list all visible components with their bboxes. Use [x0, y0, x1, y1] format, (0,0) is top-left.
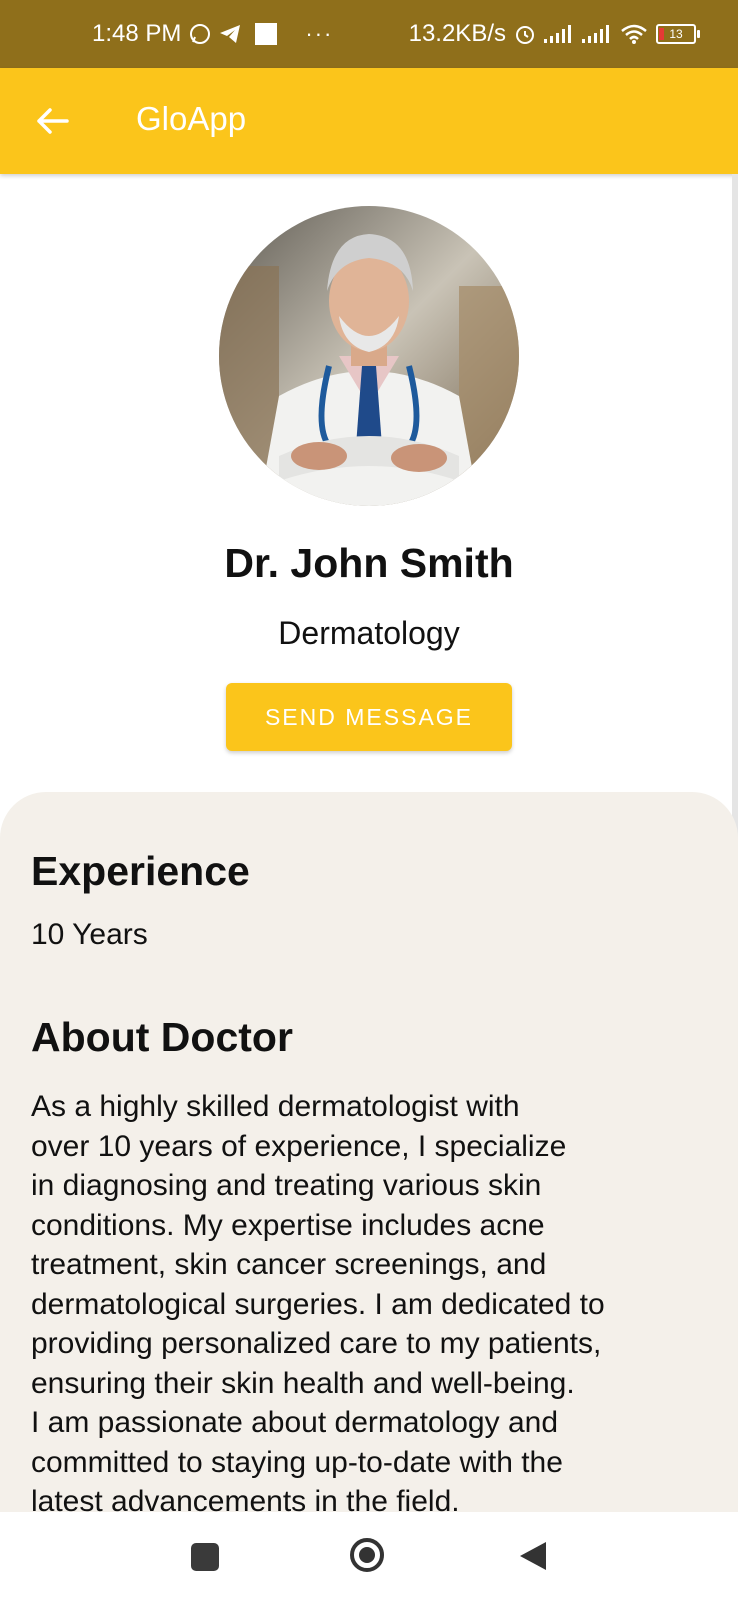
doctor-avatar	[219, 206, 519, 506]
whatsapp-icon	[189, 23, 211, 45]
signal-icon-2	[582, 24, 612, 44]
nav-back-button[interactable]	[518, 1540, 548, 1572]
recent-apps-button[interactable]	[191, 1543, 219, 1571]
battery-level: 13	[669, 27, 683, 41]
arrow-left-icon	[37, 108, 69, 134]
battery-icon: 13	[656, 24, 700, 44]
back-button[interactable]	[26, 98, 78, 144]
send-message-button[interactable]: SEND MESSAGE	[226, 683, 512, 751]
notification-square-icon	[255, 23, 278, 45]
more-notifications-icon: ···	[305, 21, 334, 46]
about-title: About Doctor	[31, 1014, 293, 1060]
network-speed: 13.2KB/s	[408, 20, 506, 47]
app-bar: GloApp	[0, 68, 738, 174]
status-bar-right: 13.2KB/s 13	[408, 0, 700, 68]
wifi-icon	[620, 23, 648, 45]
status-bar: 1:48 PM ··· 13.2KB/s 13	[0, 0, 738, 68]
status-bar-left: 1:48 PM ···	[92, 0, 373, 68]
status-time: 1:48 PM	[92, 20, 182, 47]
system-nav-bar	[0, 1512, 738, 1600]
signal-icon	[544, 24, 574, 44]
triangle-back-icon	[520, 1542, 546, 1570]
alarm-icon	[514, 23, 536, 45]
telegram-icon	[219, 24, 241, 44]
experience-title: Experience	[31, 848, 250, 894]
doctor-specialty: Dermatology	[278, 615, 460, 651]
app-title: GloApp	[136, 100, 247, 137]
about-text: As a highly skilled dermatologist with o…	[31, 1090, 605, 1512]
doctor-name: Dr. John Smith	[224, 540, 514, 586]
home-button[interactable]	[349, 1537, 385, 1573]
experience-value: 10 Years	[31, 918, 148, 951]
doctor-info-card: Experience 10 Years About Doctor As a hi…	[0, 792, 738, 1512]
home-circle-icon	[350, 1538, 384, 1572]
